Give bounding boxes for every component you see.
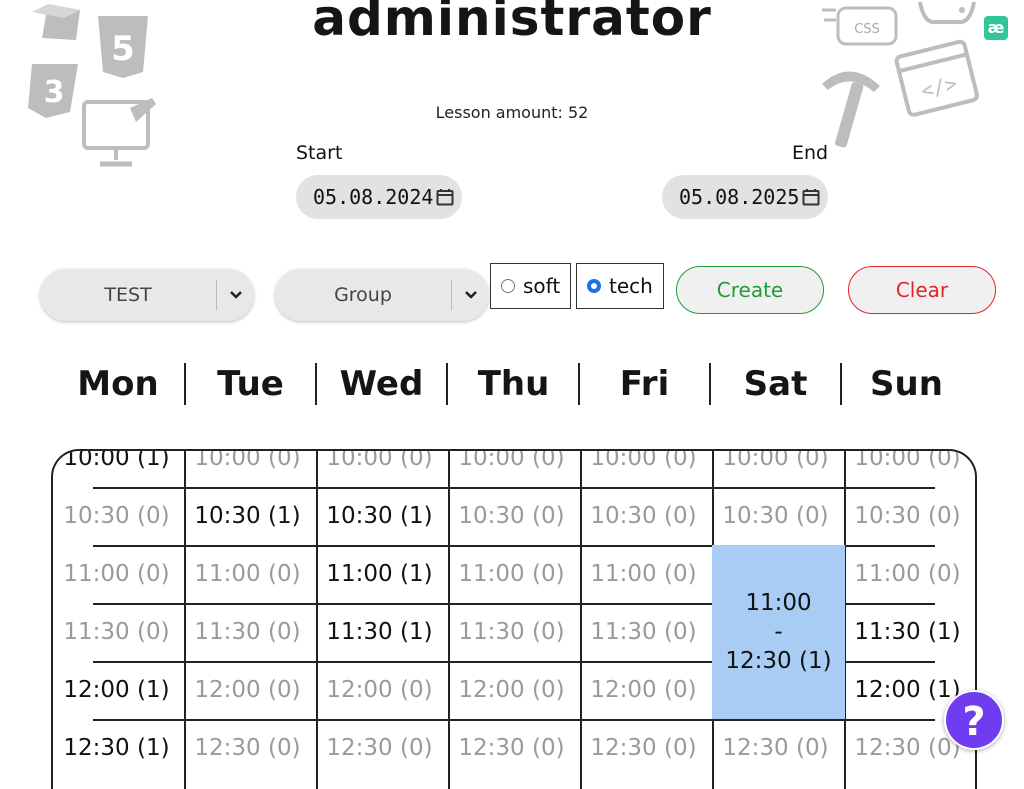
clear-button[interactable]: Clear bbox=[848, 266, 996, 314]
day-mon: Mon bbox=[77, 364, 159, 404]
calendar-icon[interactable] bbox=[802, 188, 820, 206]
time-slot-cell[interactable]: 11:00 (0) bbox=[842, 545, 973, 603]
time-slot-cell[interactable]: 12:00 (0) bbox=[446, 661, 577, 719]
select-separator bbox=[216, 280, 217, 310]
radio-tech[interactable]: tech bbox=[576, 263, 664, 309]
css-chat-icon: CSS bbox=[822, 6, 898, 46]
time-slot-cell[interactable]: 10:30 (1) bbox=[314, 487, 445, 545]
day-wed: Wed bbox=[339, 364, 424, 404]
svg-text:</>: </> bbox=[919, 71, 960, 103]
day-fri: Fri bbox=[619, 364, 670, 404]
time-slot-cell[interactable]: 10:00 (0) bbox=[710, 451, 841, 487]
day-sat: Sat bbox=[743, 364, 808, 404]
help-button[interactable]: ? bbox=[944, 690, 1004, 750]
time-slot-cell[interactable]: 12:30 (0) bbox=[446, 719, 577, 777]
create-button[interactable]: Create bbox=[676, 266, 824, 314]
time-slot-cell[interactable]: 12:30 (1) bbox=[53, 719, 182, 777]
time-slot-cell[interactable]: 10:30 (1) bbox=[182, 487, 313, 545]
booked-slot-sat[interactable]: 11:00 - 12:30 (1) bbox=[712, 545, 845, 719]
time-slot-cell[interactable]: 11:00 (0) bbox=[182, 545, 313, 603]
time-slot-cell[interactable]: 10:00 (0) bbox=[446, 451, 577, 487]
html5-icon: 5 bbox=[98, 16, 148, 78]
booked-slot-dash: - bbox=[774, 618, 783, 645]
chevron-down-icon[interactable] bbox=[463, 287, 479, 303]
course-select-value: TEST bbox=[104, 284, 152, 306]
end-date-value: 05.08.2025 bbox=[679, 185, 800, 209]
time-slot-cell[interactable]: 11:30 (1) bbox=[842, 603, 973, 661]
time-slot-cell[interactable]: 10:00 (0) bbox=[182, 451, 313, 487]
calendar-icon[interactable] bbox=[436, 188, 454, 206]
time-slot-cell[interactable]: 11:00 (0) bbox=[53, 545, 182, 603]
time-slot-cell[interactable]: 10:30 (0) bbox=[710, 487, 841, 545]
end-date-label: End bbox=[792, 142, 829, 164]
start-date-input[interactable]: 05.08.2024 bbox=[296, 175, 462, 219]
time-slot-cell[interactable]: 11:30 (1) bbox=[314, 603, 445, 661]
group-select-value: Group bbox=[334, 284, 392, 306]
radio-soft-dot[interactable] bbox=[501, 279, 515, 293]
time-slot-cell[interactable]: 11:00 (0) bbox=[446, 545, 577, 603]
time-slot-cell[interactable]: 12:00 (0) bbox=[314, 661, 445, 719]
course-select[interactable]: TEST bbox=[40, 269, 254, 321]
time-slot-cell[interactable]: 12:30 (0) bbox=[314, 719, 445, 777]
time-slot-cell[interactable]: 11:30 (0) bbox=[446, 603, 577, 661]
lesson-amount: Lesson amount: 52 bbox=[435, 103, 589, 122]
schedule-grid: 10:00 (1) 10:00 (0) 10:00 (0) 10:00 (0) 10:0… bbox=[51, 449, 977, 789]
day-sun: Sun bbox=[870, 364, 943, 404]
select-separator bbox=[451, 280, 452, 310]
radio-tech-label: tech bbox=[609, 274, 653, 298]
time-slot-cell[interactable]: 10:30 (0) bbox=[842, 487, 973, 545]
time-slot-cell[interactable]: 10:00 (0) bbox=[314, 451, 445, 487]
chevron-down-icon[interactable] bbox=[228, 287, 244, 303]
time-slot-cell[interactable]: 11:30 (0) bbox=[182, 603, 313, 661]
weekday-header: Mon Tue Wed Thu Fri Sat Sun bbox=[52, 362, 972, 406]
booked-slot-start: 11:00 bbox=[745, 589, 812, 616]
radio-soft[interactable]: soft bbox=[490, 263, 571, 309]
day-thu: Thu bbox=[477, 364, 550, 404]
start-date-label: Start bbox=[296, 142, 343, 164]
radio-soft-label: soft bbox=[523, 274, 561, 298]
app-logo-icon[interactable]: æ bbox=[984, 16, 1008, 40]
time-slot-cell[interactable]: 12:00 (1) bbox=[53, 661, 182, 719]
time-slot-cell[interactable]: 10:30 (0) bbox=[53, 487, 182, 545]
radio-tech-dot[interactable] bbox=[587, 279, 601, 293]
time-slot-cell[interactable]: 12:00 (0) bbox=[182, 661, 313, 719]
time-slot-cell[interactable]: 10:00 (0) bbox=[578, 451, 709, 487]
booked-slot-end: 12:30 (1) bbox=[725, 647, 832, 674]
gamepad-icon bbox=[918, 1, 976, 25]
time-slot-cell[interactable]: 10:30 (0) bbox=[578, 487, 709, 545]
svg-text:5: 5 bbox=[111, 29, 135, 69]
time-slot-cell[interactable]: 10:00 (0) bbox=[842, 451, 973, 487]
time-slot-cell[interactable]: 11:30 (0) bbox=[578, 603, 709, 661]
time-slot-cell[interactable]: 12:30 (0) bbox=[182, 719, 313, 777]
end-date-input[interactable]: 05.08.2025 bbox=[662, 175, 828, 219]
time-slot-cell[interactable]: 11:30 (0) bbox=[53, 603, 182, 661]
time-slot-cell[interactable]: 10:00 (1) bbox=[53, 451, 182, 487]
time-slot-cell[interactable]: 12:30 (0) bbox=[710, 719, 841, 777]
day-tue: Tue bbox=[217, 364, 284, 404]
svg-text:CSS: CSS bbox=[854, 22, 880, 37]
group-select[interactable]: Group bbox=[275, 269, 489, 321]
box-icon bbox=[32, 4, 80, 40]
time-slot-cell[interactable]: 10:30 (0) bbox=[446, 487, 577, 545]
help-icon: ? bbox=[962, 699, 986, 745]
start-date-value: 05.08.2024 bbox=[313, 185, 434, 209]
time-slot-cell[interactable]: 11:00 (1) bbox=[314, 545, 445, 603]
time-slot-cell[interactable]: 11:00 (0) bbox=[578, 545, 709, 603]
time-slot-cell[interactable]: 12:00 (0) bbox=[578, 661, 709, 719]
time-slot-cell[interactable]: 12:30 (0) bbox=[578, 719, 709, 777]
